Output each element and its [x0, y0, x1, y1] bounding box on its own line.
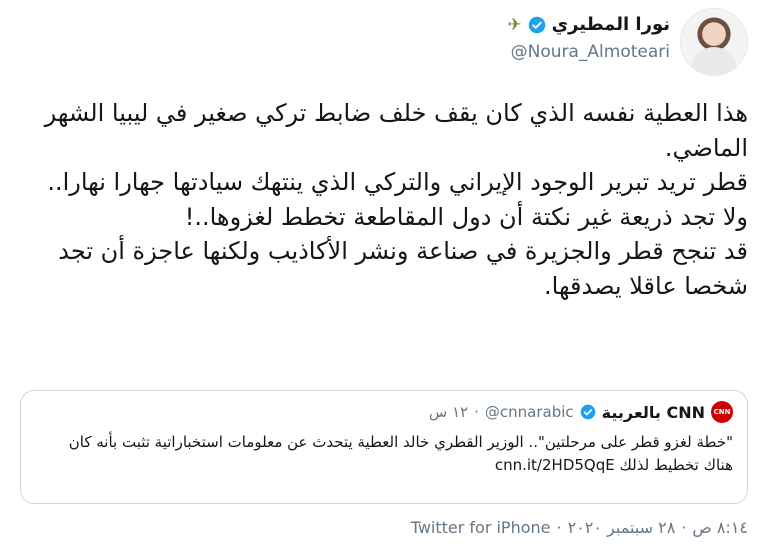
quoted-tweet-card[interactable]: CNN CNN بالعربية @cnnarabic · ١٢ س "خطة … [20, 390, 748, 504]
tweet-text: هذا العطية نفسه الذي كان يقف خلف ضابط تر… [44, 99, 748, 300]
separator-dot: · [681, 518, 687, 537]
author-name-row[interactable]: نورا المطيري ✈ [507, 14, 670, 35]
quoted-timestamp: ١٢ س [428, 403, 469, 421]
tweet-date[interactable]: ٢٨ سبتمبر ٢٠٢٠ [568, 518, 676, 537]
verified-badge-icon [528, 16, 545, 33]
airplane-emoji-icon: ✈ [507, 14, 522, 35]
tweet-header: نورا المطيري ✈ @Noura_Almoteari [20, 6, 748, 80]
quoted-link[interactable]: cnn.it/2HD5QqE [495, 456, 615, 474]
separator-dot: · [556, 518, 562, 537]
tweet-time[interactable]: ٨:١٤ ص [692, 518, 748, 537]
verified-badge-icon [580, 404, 595, 420]
author-display-name[interactable]: نورا المطيري [552, 14, 670, 35]
tweet-footer: ٨:١٤ ص · ٢٨ سبتمبر ٢٠٢٠ · Twitter for iP… [411, 518, 748, 537]
quoted-tweet-header: CNN CNN بالعربية @cnnarabic · ١٢ س [429, 401, 733, 423]
cnn-logo-icon: CNN [711, 401, 733, 423]
quoted-handle: @cnnarabic [484, 403, 574, 421]
avatar[interactable] [680, 8, 748, 76]
quoted-text-body: "خطة لغزو قطر على مرحلتين".. الوزير القط… [68, 433, 733, 474]
quoted-tweet-text: "خطة لغزو قطر على مرحلتين".. الوزير القط… [35, 431, 733, 477]
tweet-client[interactable]: Twitter for iPhone [411, 518, 551, 537]
quoted-display-name: CNN بالعربية [601, 402, 705, 422]
author-handle[interactable]: @Noura_Almoteari [511, 42, 670, 62]
separator-dot: · [474, 403, 479, 421]
